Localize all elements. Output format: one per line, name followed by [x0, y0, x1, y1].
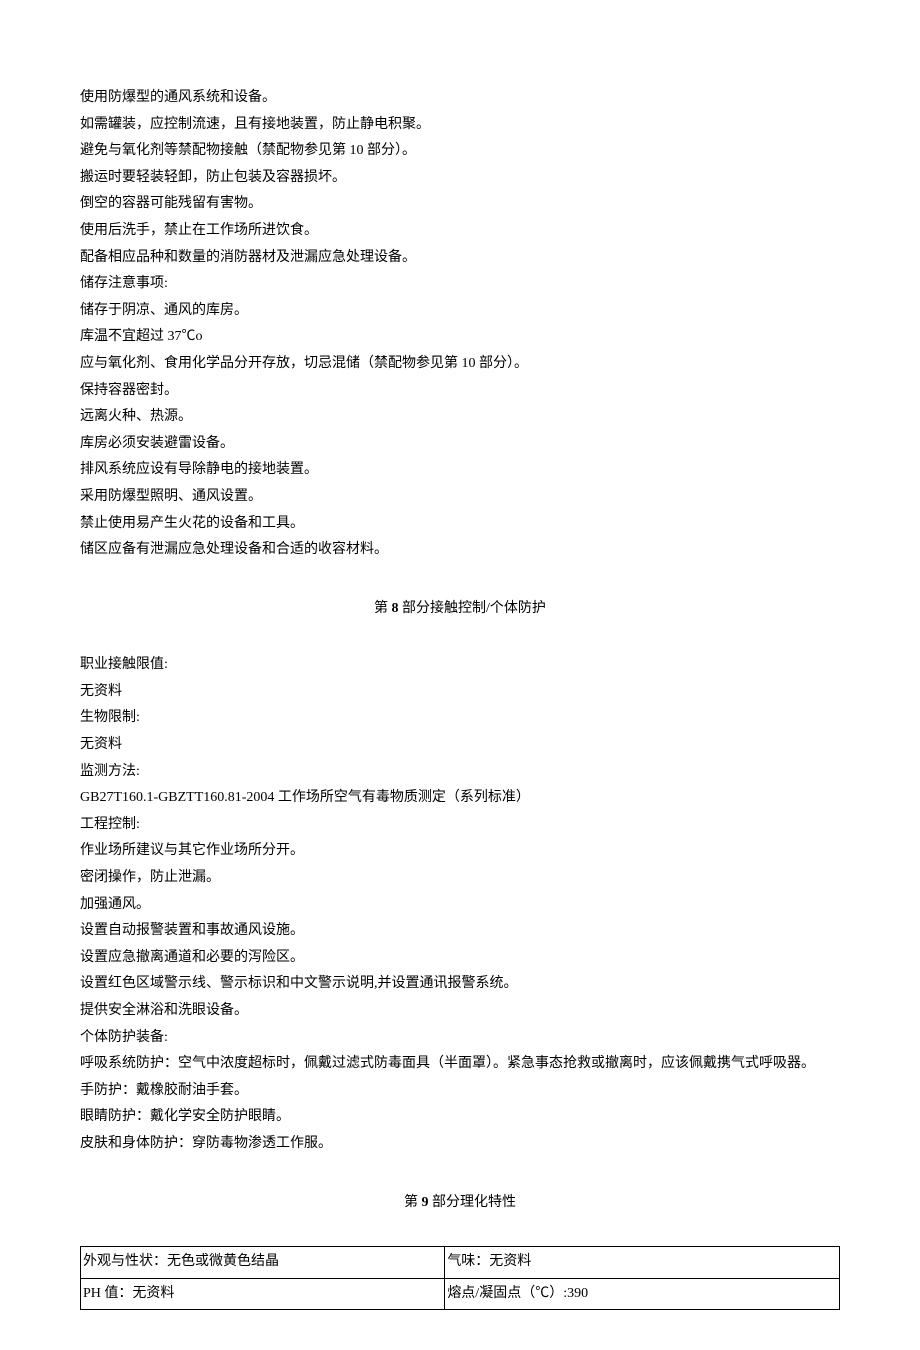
body-line: 储存于阴凉、通风的库房。	[80, 298, 840, 325]
body-line: 提供安全淋浴和洗眼设备。	[80, 998, 840, 1025]
table-row: PH 值：无资料 熔点/凝固点（℃）:390	[81, 1278, 840, 1310]
body-line: 配备相应品种和数量的消防器材及泄漏应急处理设备。	[80, 245, 840, 272]
body-line: 采用防爆型照明、通风设置。	[80, 484, 840, 511]
body-line: 皮肤和身体防护：穿防毒物渗透工作服。	[80, 1131, 840, 1158]
body-line: 监测方法:	[80, 759, 840, 786]
heading-number: 8	[392, 601, 399, 616]
body-line: 个体防护装备:	[80, 1025, 840, 1052]
body-line: GB27T160.1-GBZTT160.81-2004 工作场所空气有毒物质测定…	[80, 785, 840, 812]
body-line: 保持容器密封。	[80, 378, 840, 405]
body-line: 库温不宜超过 37℃o	[80, 324, 840, 351]
body-line: 无资料	[80, 679, 840, 706]
body-line: 密闭操作，防止泄漏。	[80, 865, 840, 892]
table-row: 外观与性状：无色或微黄色结晶 气味：无资料	[81, 1247, 840, 1279]
table-cell: 熔点/凝固点（℃）:390	[445, 1278, 840, 1310]
body-line: 手防护：戴橡胶耐油手套。	[80, 1078, 840, 1105]
section-8-content: 职业接触限值: 无资料 生物限制: 无资料 监测方法: GB27T160.1-G…	[80, 652, 840, 1157]
heading-prefix: 第	[374, 601, 392, 616]
table-cell: 外观与性状：无色或微黄色结晶	[81, 1247, 445, 1279]
body-line: 倒空的容器可能残留有害物。	[80, 191, 840, 218]
body-line: 储存注意事项:	[80, 271, 840, 298]
section-7-content: 使用防爆型的通风系统和设备。 如需罐装，应控制流速，且有接地装置，防止静电积聚。…	[80, 85, 840, 564]
body-line: 工程控制:	[80, 812, 840, 839]
body-line: 避免与氧化剂等禁配物接触（禁配物参见第 10 部分）。	[80, 138, 840, 165]
body-line: 无资料	[80, 732, 840, 759]
body-line: 呼吸系统防护：空气中浓度超标时，佩戴过滤式防毒面具（半面罩）。紧急事态抢救或撤离…	[80, 1051, 840, 1078]
table-cell: PH 值：无资料	[81, 1278, 445, 1310]
body-line: 远离火种、热源。	[80, 404, 840, 431]
section-8-heading: 第 8 部分接触控制/个体防护	[80, 596, 840, 623]
body-line: 加强通风。	[80, 892, 840, 919]
body-line: 设置红色区域警示线、警示标识和中文警示说明,并设置通讯报警系统。	[80, 971, 840, 998]
body-line: 排风系统应设有导除静电的接地装置。	[80, 457, 840, 484]
body-line: 眼睛防护：戴化学安全防护眼睛。	[80, 1104, 840, 1131]
heading-suffix: 部分接触控制/个体防护	[399, 601, 546, 616]
body-line: 如需罐装，应控制流速，且有接地装置，防止静电积聚。	[80, 112, 840, 139]
body-line: 使用后洗手，禁止在工作场所进饮食。	[80, 218, 840, 245]
heading-prefix: 第	[404, 1195, 422, 1210]
body-line: 应与氧化剂、食用化学品分开存放，切忌混储（禁配物参见第 10 部分）。	[80, 351, 840, 378]
section-9-heading: 第 9 部分理化特性	[80, 1190, 840, 1217]
heading-suffix: 部分理化特性	[429, 1195, 517, 1210]
body-line: 储区应备有泄漏应急处理设备和合适的收容材料。	[80, 537, 840, 564]
body-line: 库房必须安装避雷设备。	[80, 431, 840, 458]
table-cell: 气味：无资料	[445, 1247, 840, 1279]
body-line: 作业场所建议与其它作业场所分开。	[80, 838, 840, 865]
body-line: 设置自动报警装置和事故通风设施。	[80, 918, 840, 945]
body-line: 生物限制:	[80, 705, 840, 732]
body-line: 职业接触限值:	[80, 652, 840, 679]
body-line: 使用防爆型的通风系统和设备。	[80, 85, 840, 112]
body-line: 设置应急撤离通道和必要的泻险区。	[80, 945, 840, 972]
body-line: 禁止使用易产生火花的设备和工具。	[80, 511, 840, 538]
body-line: 搬运时要轻装轻卸，防止包装及容器损坏。	[80, 165, 840, 192]
heading-number: 9	[422, 1195, 429, 1210]
